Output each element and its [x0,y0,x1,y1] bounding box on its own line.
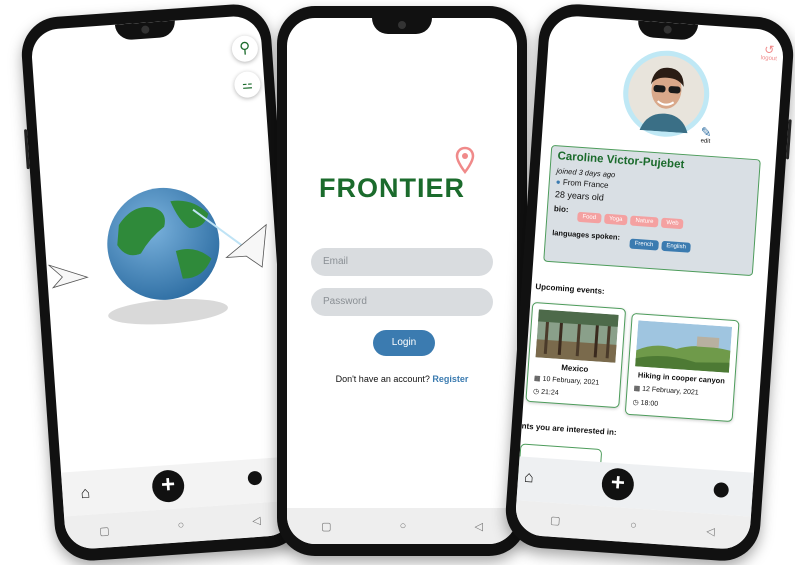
lang-english[interactable]: English [660,240,692,253]
recents-icon[interactable]: ▢ [550,513,561,527]
tag-food[interactable]: Food [577,211,602,224]
bio-tags: Food Yoga Nature Web [577,205,687,231]
register-prompt: Don't have an account? Register [287,374,517,384]
no-account-text: Don't have an account? [335,374,430,384]
back-icon[interactable]: ◁ [474,520,482,533]
event-date-text: 10 February, 2021 [542,375,600,387]
notch [114,20,176,41]
clock-icon: ◷ [632,399,639,407]
recents-icon[interactable]: ▢ [99,524,110,538]
avatar [628,55,705,134]
search-icon[interactable]: ⚲ [231,34,259,63]
event-photo-forest [535,309,619,363]
login-screen: FRONTIER Email Password Login Don't have… [287,18,517,544]
logout-label: logout [760,55,778,63]
pin-icon: ● [555,177,561,187]
home-icon[interactable]: ⌂ [80,485,91,504]
android-nav: ▢ ○ ◁ [287,508,517,544]
home-circle-icon[interactable]: ○ [400,520,407,532]
event-time-text: 18:00 [640,399,659,408]
profile-icon[interactable] [247,470,263,486]
origin-text: From France [562,177,609,190]
login-button[interactable]: Login [373,330,435,356]
register-link[interactable]: Register [432,374,468,384]
languages-label: languages spoken: [551,228,621,242]
bio-label: bio: [553,204,569,215]
paper-plane [48,264,89,289]
tag-nature[interactable]: Nature [630,215,659,228]
lang-french[interactable]: French [629,238,659,251]
back-icon[interactable]: ◁ [706,524,715,538]
edit-icon: ✎ [700,124,713,140]
interested-title: nts you are interested in: [521,421,617,438]
email-input[interactable]: Email [311,248,493,276]
phone-home: ⚲ ⚍ ⌂ + ▢ ○ ◁ [19,1,307,564]
brand-logo: FRONTIER [319,173,465,203]
tag-web[interactable]: Web [661,217,684,230]
upcoming-title: Upcoming events: [535,282,605,296]
paper-plane [225,223,267,268]
globe-shadow [108,299,228,325]
globe-illustration [48,187,267,325]
tag-icon[interactable]: ⚍ [233,70,262,99]
event-time: ◷ 18:00 [632,398,658,408]
logout-icon: ↺ [763,42,775,58]
notch [372,18,432,34]
notch [636,20,698,41]
edit-label: edit [700,138,711,145]
clock-icon: ◷ [532,388,540,396]
home-circle-icon[interactable]: ○ [630,519,637,531]
event-time: ◷ 21:24 [533,387,559,397]
event-photo-canyon [635,320,733,373]
home-icon[interactable]: ⌂ [523,469,535,488]
back-icon[interactable]: ◁ [252,513,261,527]
age: 28 years old [554,189,605,203]
event-date: ▦ 10 February, 2021 [534,374,600,387]
origin: ● From France [555,177,608,190]
event-title: Hiking in cooper canyon [637,370,726,386]
location-pin-icon [455,146,475,174]
event-time-text: 21:24 [540,388,559,397]
volume-button [23,129,30,170]
event-date-text: 12 February, 2021 [641,385,699,397]
event-card-mexico[interactable]: Mexico ▦ 10 February, 2021 ◷ 21:24 [525,301,627,409]
profile-screen: ↺ logout ✎ edit Caroline Victor-Pujebet … [514,14,785,551]
power-button [785,119,792,160]
home-circle-icon[interactable]: ○ [177,519,184,531]
avatar-ring [620,47,713,140]
profile-icon[interactable] [713,482,730,499]
password-input[interactable]: Password [311,288,493,316]
home-screen: ⚲ ⚍ ⌂ + ▢ ○ ◁ [30,14,296,551]
edit-button[interactable]: ✎ edit [700,124,713,145]
language-tags: French English [629,232,694,254]
profile-card: Caroline Victor-Pujebet joined 3 days ag… [543,144,761,277]
phone-login: FRONTIER Email Password Login Don't have… [277,6,527,556]
phone-profile: ↺ logout ✎ edit Caroline Victor-Pujebet … [503,1,795,564]
recents-icon[interactable]: ▢ [321,520,331,533]
logout-button[interactable]: ↺ logout [760,42,778,63]
tag-yoga[interactable]: Yoga [603,213,628,226]
event-date: ▦ 12 February, 2021 [633,384,699,397]
calendar-icon: ▦ [533,375,541,383]
calendar-icon: ▦ [633,385,641,393]
event-card-hiking[interactable]: Hiking in cooper canyon ▦ 12 February, 2… [624,312,740,423]
